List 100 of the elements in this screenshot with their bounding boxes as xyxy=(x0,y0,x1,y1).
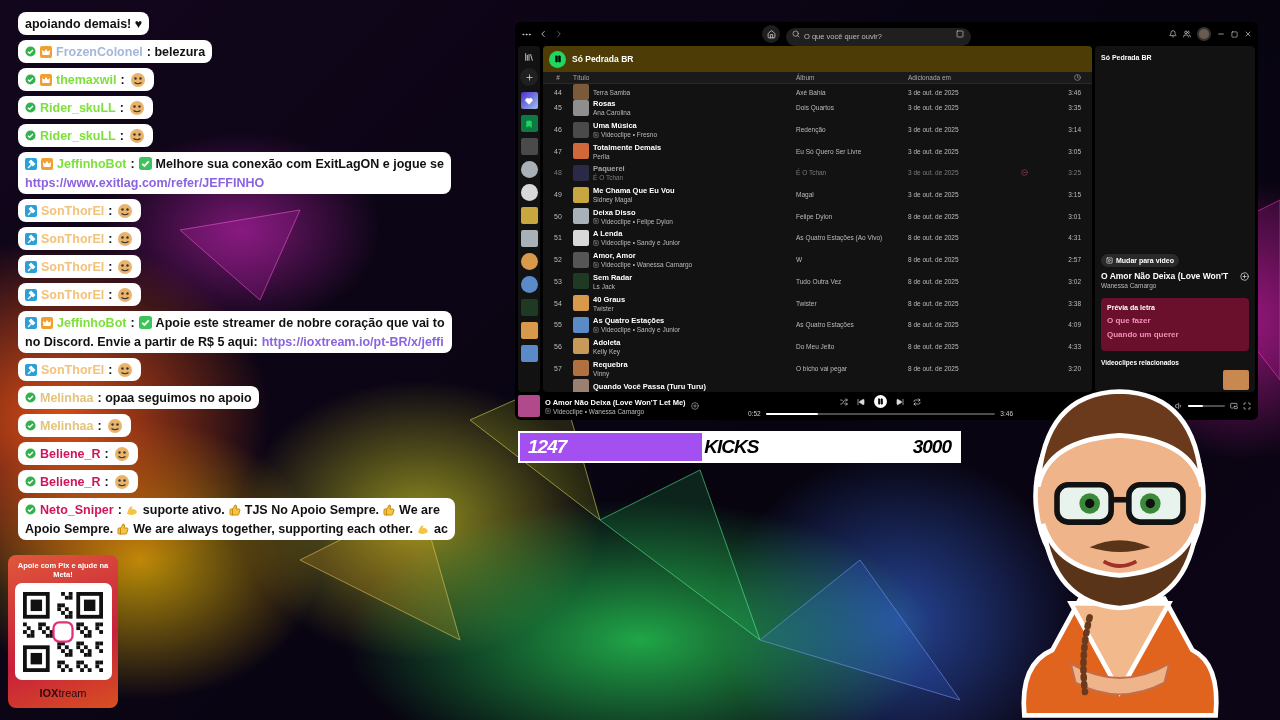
album-cover xyxy=(573,295,589,312)
album-cover xyxy=(573,84,589,100)
message-text: apoiando demais! ♥ xyxy=(25,16,143,31)
brand-logo: IOXtream xyxy=(39,687,87,700)
emote-icon xyxy=(112,472,131,491)
goal-current: 1247 xyxy=(527,436,569,458)
album-cover xyxy=(573,273,589,290)
friends-icon[interactable] xyxy=(1183,30,1191,38)
verified-check-icon xyxy=(25,420,36,431)
maximize-icon[interactable] xyxy=(1231,30,1238,38)
video-icon xyxy=(1106,257,1113,264)
message-text: suporte ativo. xyxy=(142,502,225,517)
username: Beliene_R xyxy=(40,474,101,489)
verified-check-icon xyxy=(25,392,36,403)
message-text: : xyxy=(108,362,113,377)
crown-badge-icon xyxy=(40,73,52,86)
video-thumbnail[interactable] xyxy=(1223,370,1249,390)
username: themaxwil xyxy=(56,72,117,87)
fullscreen-icon[interactable] xyxy=(1243,402,1251,410)
hammer-badge-icon xyxy=(25,232,37,245)
liked-songs-tile[interactable] xyxy=(520,92,538,109)
verified-check-icon xyxy=(25,102,36,113)
album-cover xyxy=(573,360,589,377)
previous-icon[interactable] xyxy=(857,397,865,406)
now-playing-title[interactable]: O Amor Não Deixa (Love Won'T xyxy=(1101,271,1229,281)
playlist-cover[interactable] xyxy=(520,345,538,362)
playlist-cover[interactable] xyxy=(520,207,538,224)
home-button[interactable] xyxy=(762,25,780,43)
username: SonThorEl xyxy=(41,203,105,218)
album-cover xyxy=(573,208,589,225)
message-link[interactable]: https://www.exitlag.com/refer/JEFFINHO xyxy=(25,175,265,190)
plus-icon xyxy=(524,72,534,82)
message-text: : xyxy=(108,231,113,246)
pause-button[interactable] xyxy=(874,395,887,408)
home-icon xyxy=(766,29,776,39)
message-text: ac xyxy=(433,521,448,536)
playlist-cover[interactable] xyxy=(520,230,538,247)
emote-icon xyxy=(116,257,135,276)
add-button[interactable] xyxy=(520,68,538,86)
username: SonThorEl xyxy=(41,362,105,377)
message-text: Melhore sua conexão com ExitLagON e jogue se xyxy=(155,156,444,171)
artist-avatar[interactable] xyxy=(520,276,538,293)
username: Beliene_R xyxy=(40,446,101,461)
message-link[interactable]: https://ioxtream.io/pt-BR/x/jeffi xyxy=(261,334,444,349)
lyrics-line: Quando um querer xyxy=(1107,330,1180,339)
hammer-badge-icon xyxy=(25,260,37,273)
message-text: : xyxy=(108,259,113,274)
user-avatar[interactable] xyxy=(1197,27,1211,41)
album-cover xyxy=(573,378,589,392)
clock-icon xyxy=(1074,74,1081,81)
username: Melinhaa xyxy=(40,418,94,433)
username: JeffinhoBot xyxy=(57,315,127,330)
crown-badge-icon xyxy=(41,316,53,329)
album-cover xyxy=(573,338,589,355)
album-cover xyxy=(573,99,589,116)
volume-icon[interactable] xyxy=(1175,402,1183,410)
message-text: : opaa seguimos no apoio xyxy=(97,390,252,405)
shuffle-icon[interactable] xyxy=(840,397,848,406)
album-cover xyxy=(573,164,589,181)
playlist-cover[interactable] xyxy=(520,322,538,339)
verified-check-icon xyxy=(25,448,36,459)
library-icon[interactable] xyxy=(524,52,534,62)
message-text: Apoie este streamer de nobre coração que vai to xyxy=(155,315,445,330)
flexed-arm-icon xyxy=(125,503,139,516)
close-icon[interactable] xyxy=(1244,30,1252,38)
repeat-icon[interactable] xyxy=(913,397,921,406)
hammer-badge-icon xyxy=(25,204,37,217)
album-cover xyxy=(518,395,540,417)
search-icon xyxy=(792,30,800,38)
checkmark-icon xyxy=(138,316,152,329)
username: SonThorEl xyxy=(41,259,105,274)
username: SonThorEl xyxy=(41,287,105,302)
lyrics-line: O que fazer xyxy=(1107,316,1152,325)
username: JeffinhoBot xyxy=(57,156,127,171)
artist-avatar[interactable] xyxy=(520,184,538,201)
emote-icon xyxy=(127,126,146,145)
browse-icon[interactable] xyxy=(956,30,964,38)
message-text: : xyxy=(104,474,109,489)
playlist-title: Só Pedrada BR xyxy=(572,54,634,64)
thumbs-up-icon xyxy=(228,503,241,516)
back-icon[interactable] xyxy=(538,29,548,39)
username: Rider_skuLL xyxy=(40,128,116,143)
username: SonThorEl xyxy=(41,231,105,246)
bell-icon[interactable] xyxy=(1169,30,1177,38)
artist-avatar[interactable] xyxy=(520,253,538,270)
saved-episodes-tile[interactable] xyxy=(520,115,538,132)
artist-avatar[interactable] xyxy=(520,161,538,178)
message-text: : xyxy=(117,502,122,517)
next-icon[interactable] xyxy=(896,397,904,406)
username: Melinhaa xyxy=(40,390,94,405)
album-cover xyxy=(573,316,589,333)
message-text: : xyxy=(97,418,102,433)
emote-icon xyxy=(116,229,135,248)
unavailable-icon xyxy=(1021,169,1028,177)
emote-icon xyxy=(116,201,135,220)
miniplayer-icon[interactable] xyxy=(1230,402,1238,410)
pause-button[interactable] xyxy=(549,50,566,68)
verified-check-icon xyxy=(25,46,36,57)
username: Rider_skuLL xyxy=(40,100,116,115)
progress-track[interactable] xyxy=(765,412,996,415)
